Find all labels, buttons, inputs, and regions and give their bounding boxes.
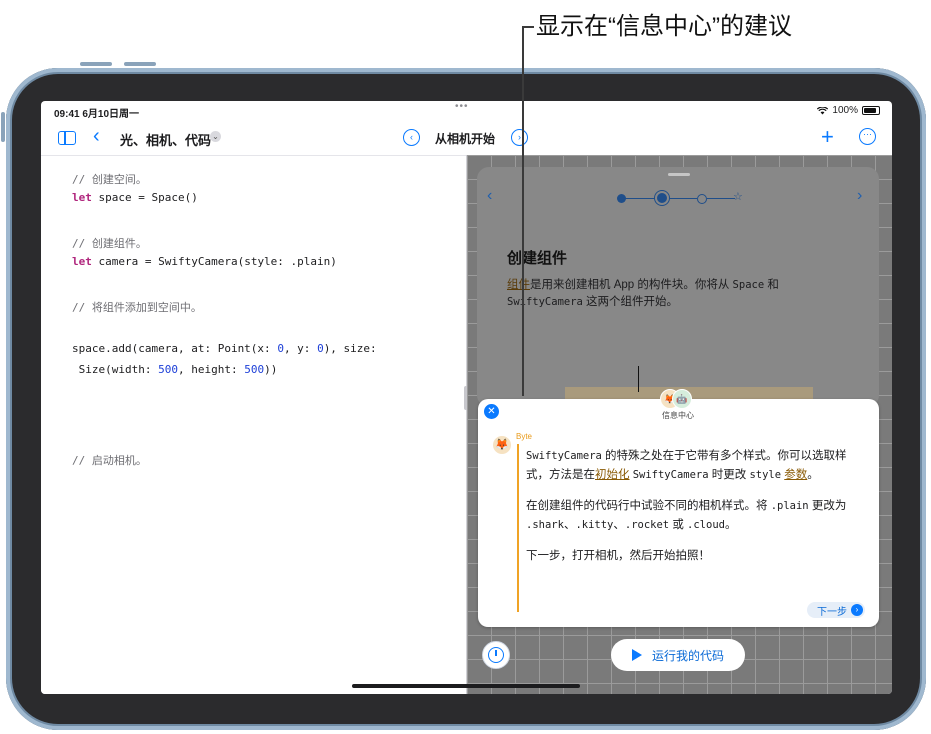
code-editor[interactable]: // 创建空间。 let space = Space() // 创建组件。 le…	[41, 155, 466, 694]
run-button-label: 运行我的代码	[651, 648, 724, 663]
next-page-button[interactable]: ›	[511, 129, 528, 146]
guide-body: 组件是用来创建相机 App 的构件块。你将从 Space 和 SwiftyCam…	[507, 279, 779, 308]
code-comment-1[interactable]: // 创建空间。	[72, 171, 147, 187]
status-bar: 09:41 6月10日周一 ••• 100%	[41, 101, 892, 120]
message-paragraph-1: SwiftyCamera 的特殊之处在于它带有多个样式。你可以选取样式，方法是在…	[526, 450, 847, 481]
page-title: 从相机开始	[435, 132, 496, 146]
next-step-button[interactable]: 下一步 ›	[807, 602, 865, 618]
grab-handle[interactable]	[668, 173, 690, 176]
glossary-link-parameter[interactable]: 参数	[784, 469, 807, 481]
code-text: space = Space()	[91, 191, 198, 204]
navigation-bar: ‹ 光、相机、代码 ⌄ ‹ 从相机开始 › + ···	[41, 123, 892, 155]
top-button	[80, 62, 112, 66]
star-icon: ☆	[733, 191, 743, 203]
status-right: 100%	[817, 105, 880, 116]
callout-label: 显示在“信息中心”的建议	[536, 13, 792, 40]
learning-center-avatars: 🦊 🤖	[660, 389, 700, 409]
glossary-link-init[interactable]: 初始化	[595, 469, 630, 481]
chevron-down-icon[interactable]: ⌄	[210, 131, 221, 142]
code-comment-3[interactable]: // 将组件添加到空间中。	[72, 299, 202, 315]
battery-icon	[862, 106, 880, 115]
chevron-left-icon[interactable]: ‹	[93, 125, 100, 148]
gauge-needle	[495, 650, 497, 656]
helper-avatar: 🤖	[672, 389, 692, 409]
code-line-1[interactable]: let space = Space()	[72, 191, 198, 204]
run-my-code-button[interactable]: 运行我的代码	[611, 639, 745, 671]
play-icon	[631, 649, 642, 661]
top-button-2	[124, 62, 156, 66]
ellipsis-circle-icon[interactable]: ···	[859, 128, 876, 145]
step-indicator: ☆	[617, 191, 747, 205]
code-line-2[interactable]: let camera = SwiftyCamera(style: .plain)	[72, 255, 337, 268]
learning-center-card: ✕ 信息中心 🦊 Byte SwiftyCamera 的特殊之处在于它带有多个样…	[478, 399, 879, 627]
glossary-link[interactable]: 组件	[507, 279, 530, 291]
author-name: Byte	[516, 432, 533, 441]
learning-center-label: 信息中心	[662, 411, 694, 420]
keyword: let	[72, 255, 92, 268]
guide-next-button[interactable]: ›	[857, 187, 862, 205]
code-line-4[interactable]: Size(width: 500, height: 500))	[72, 363, 278, 376]
multitasking-dots[interactable]: •••	[455, 101, 469, 112]
code-comment-2[interactable]: // 创建组件。	[72, 235, 147, 251]
message-paragraph-3: 下一步，打开相机，然后开始拍照！	[526, 550, 710, 562]
code-line-3[interactable]: space.add(camera, at: Point(x: 0, y: 0),…	[72, 342, 377, 355]
arrow-right-icon: ›	[851, 604, 863, 616]
author-avatar: 🦊	[493, 436, 511, 454]
battery-percent: 100%	[832, 105, 858, 116]
message-paragraph-2: 在创建组件的代码行中试验不同的相机样式。将 .plain 更改为 .shark、…	[526, 500, 847, 531]
code-text: camera = SwiftyCamera(style: .plain)	[91, 255, 337, 268]
close-icon[interactable]: ✕	[484, 404, 499, 419]
speed-gauge-button[interactable]	[482, 641, 510, 669]
sidebar-icon[interactable]	[58, 131, 76, 145]
guide-card: ‹ › ☆ 创建组件 组件是用来创建相机 App 的构件块。你将从 Space …	[477, 167, 879, 417]
book-title[interactable]: 光、相机、代码	[120, 130, 211, 149]
home-indicator[interactable]	[352, 684, 580, 688]
status-time: 09:41 6月10日周一	[54, 109, 140, 120]
next-step-label: 下一步	[817, 606, 847, 618]
message-accent-bar	[517, 444, 519, 612]
plus-icon[interactable]: +	[821, 124, 834, 150]
previous-page-button[interactable]: ‹	[403, 129, 420, 146]
pointer-line	[638, 366, 639, 392]
code-comment-4[interactable]: // 启动相机。	[72, 452, 147, 468]
keyword: let	[72, 191, 92, 204]
guide-prev-button[interactable]: ‹	[487, 187, 492, 205]
wifi-icon	[817, 106, 829, 114]
side-button	[1, 112, 5, 142]
callout-leader-line	[522, 26, 524, 396]
guide-heading: 创建组件	[507, 250, 568, 267]
message-text: SwiftyCamera 的特殊之处在于它带有多个样式。你可以选取样式，方法是在…	[526, 447, 866, 578]
